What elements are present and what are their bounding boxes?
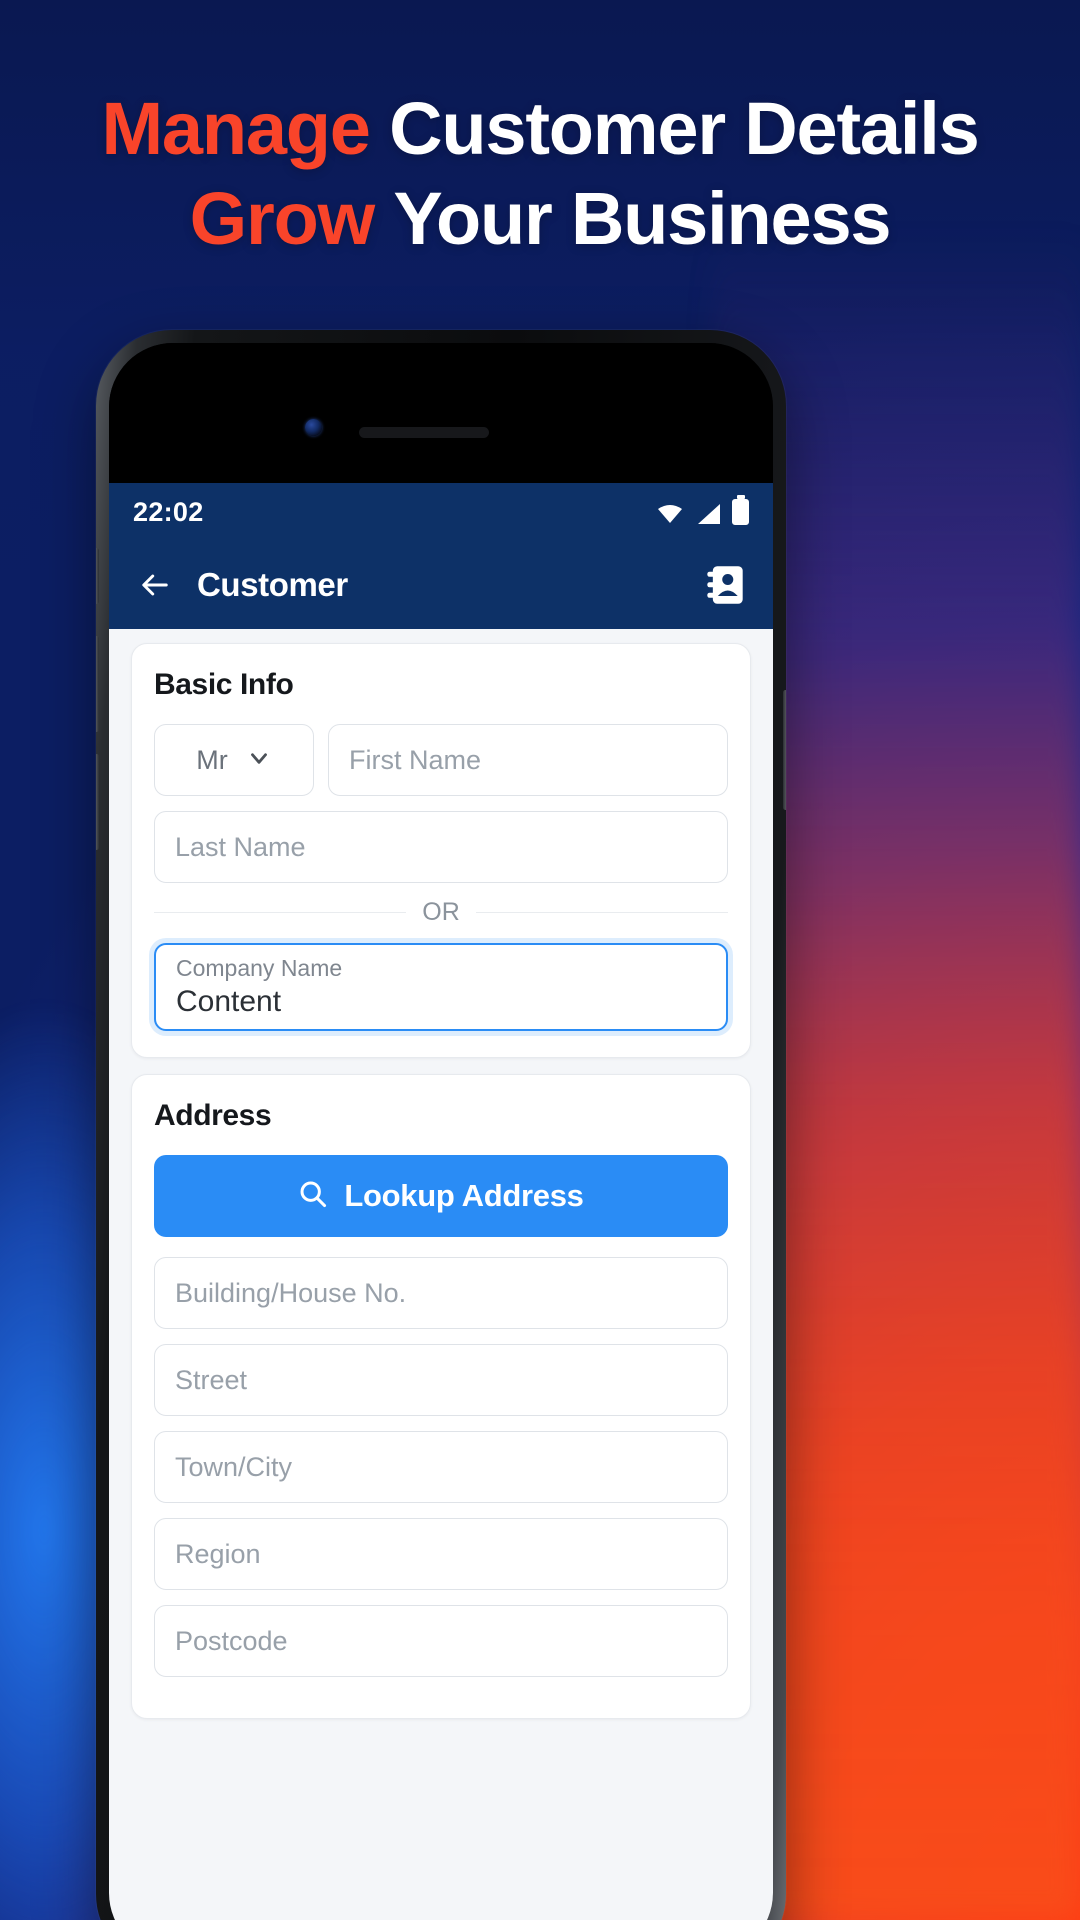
address-title: Address	[154, 1099, 272, 1132]
headline-accent-manage: Manage	[101, 87, 371, 170]
search-icon	[298, 1179, 328, 1214]
phone-screen-bezel: 22:02 Customer Basic Info Mr First Name …	[109, 343, 773, 1920]
page-title: Customer	[197, 566, 348, 603]
company-name-label: Company Name	[176, 954, 343, 981]
headline-line-1: Manage Customer Details	[0, 92, 1080, 166]
street-input[interactable]: Street	[154, 1344, 728, 1416]
phone-button-mute	[96, 548, 99, 604]
app-screen: 22:02 Customer Basic Info Mr First Name …	[109, 483, 773, 1920]
back-arrow-icon[interactable]	[135, 565, 175, 605]
company-name-value: Content	[176, 984, 282, 1018]
phone-top-bezel	[109, 343, 773, 483]
last-name-placeholder: Last Name	[175, 831, 306, 862]
town-city-input[interactable]: Town/City	[154, 1431, 728, 1503]
or-divider-label: OR	[422, 898, 460, 926]
address-card: Address Lookup Address Building/House No…	[131, 1074, 751, 1719]
name-row: Mr First Name	[154, 724, 728, 796]
first-name-input[interactable]: First Name	[328, 724, 728, 796]
title-select[interactable]: Mr	[154, 724, 314, 796]
region-input[interactable]: Region	[154, 1518, 728, 1590]
contacts-book-icon[interactable]	[703, 563, 747, 607]
earpiece-speaker	[359, 427, 489, 438]
status-bar-clock: 22:02	[133, 496, 204, 527]
headline-line-2: Grow Your Business	[0, 182, 1080, 256]
phone-button-volume-up	[96, 636, 99, 732]
company-name-input[interactable]: Company Name Content	[154, 943, 728, 1031]
chevron-down-icon	[246, 745, 272, 776]
battery-icon	[732, 499, 749, 525]
basic-info-title: Basic Info	[154, 668, 294, 701]
status-bar-icons	[656, 499, 749, 525]
title-select-value: Mr	[196, 744, 228, 775]
phone-mockup: 22:02 Customer Basic Info Mr First Name …	[96, 330, 786, 1920]
headline-accent-grow: Grow	[189, 177, 376, 260]
town-city-placeholder: Town/City	[175, 1451, 293, 1482]
or-divider-line-left	[154, 911, 407, 914]
street-placeholder: Street	[175, 1364, 248, 1395]
postcode-input[interactable]: Postcode	[154, 1605, 728, 1677]
phone-button-volume-down	[96, 754, 99, 850]
front-camera-icon	[305, 419, 322, 436]
lookup-address-button[interactable]: Lookup Address	[154, 1155, 728, 1237]
phone-button-power	[783, 690, 786, 810]
postcode-placeholder: Postcode	[175, 1625, 288, 1656]
or-divider: OR	[154, 898, 728, 927]
cellular-signal-icon	[695, 503, 721, 525]
promo-headline: Manage Customer Details Grow Your Busine…	[0, 92, 1080, 256]
status-bar: 22:02	[109, 483, 773, 541]
region-placeholder: Region	[175, 1538, 261, 1569]
building-house-no-placeholder: Building/House No.	[175, 1277, 407, 1308]
building-house-no-input[interactable]: Building/House No.	[154, 1257, 728, 1329]
last-name-input[interactable]: Last Name	[154, 811, 728, 883]
headline-rest-your-business: Your Business	[393, 177, 891, 260]
app-bar: Customer	[109, 541, 773, 629]
lookup-address-label: Lookup Address	[344, 1178, 584, 1213]
basic-info-card: Basic Info Mr First Name Last Name OR Co…	[131, 643, 751, 1058]
or-divider-line-right	[475, 911, 728, 914]
headline-rest-customer-details: Customer Details	[389, 87, 980, 170]
wifi-icon	[656, 503, 684, 525]
form-content: Basic Info Mr First Name Last Name OR Co…	[109, 629, 773, 1719]
first-name-placeholder: First Name	[349, 744, 482, 775]
promo-screenshot: Manage Customer Details Grow Your Busine…	[0, 0, 1080, 1920]
